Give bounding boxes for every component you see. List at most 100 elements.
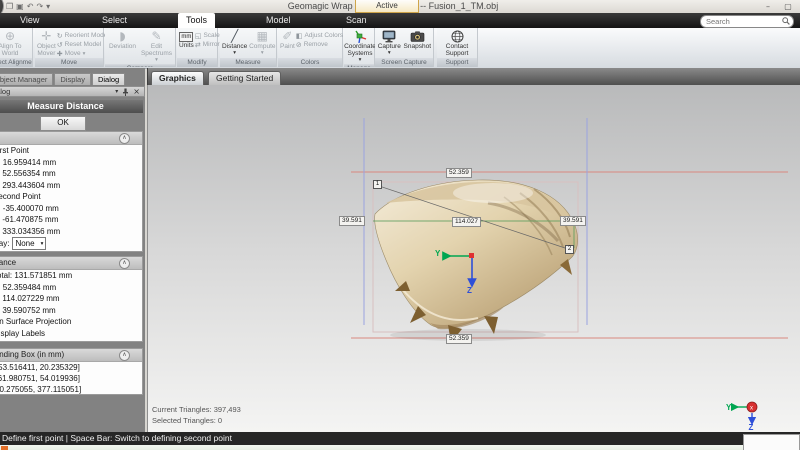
object-mover-button[interactable]: ✛ Object Mover [36,29,57,58]
taskbar-app-icon[interactable] [1,446,8,450]
status-bar: Define first point | Space Bar: Switch t… [0,432,800,445]
group-label: Colors [278,58,342,67]
ok-button[interactable]: OK [40,116,86,131]
units-button[interactable]: mm Units [178,29,195,58]
group-label: Modify [177,58,217,67]
ray-select[interactable]: None ▾ [12,237,46,250]
group-object-alignment: ⊕ Align To World Object Alignment [0,28,33,67]
edit-spectrums-icon: ✎ [151,30,161,43]
panel-tab-dialog[interactable]: Dialog [92,73,125,85]
tab-getting-started[interactable]: Getting Started [208,71,281,85]
nav-z-label: Z [749,423,754,432]
triad-y-label: Y [435,249,440,258]
distance-total: Total: 131.571851 mm [0,270,142,282]
collapse-icon[interactable]: ∧ [119,258,130,269]
first-point-x: X: 16.959414 mm [0,157,142,169]
dimension-length-center: 114.027 [452,217,481,227]
distance-x: X: 52.359484 mm [0,282,142,294]
measure-point-2-marker: 2 [565,245,574,254]
align-to-world-button[interactable]: ⊕ Align To World [0,29,31,58]
second-point-z: Z: 333.034356 mm [0,226,142,238]
scale-button[interactable]: ◱ Scale [195,32,220,40]
mirror-button[interactable]: ⇄ Mirror [195,41,220,49]
group-modify: mm Units ◱ Scale ⇄ Mirror Modify [177,28,218,67]
mirror-icon: ⇄ [195,41,201,49]
snapshot-camera-icon [410,30,425,43]
panel-close-icon[interactable]: × [133,87,140,97]
display-labels-checkbox[interactable]: Display Labels [0,328,142,340]
ribbon-tab-strip: View Select Tools Model Scan [0,13,800,28]
tab-select[interactable]: Select [94,13,135,28]
status-prompt: Define first point | Space Bar: Switch t… [2,433,232,443]
second-point-y: Y: -61.470875 mm [0,214,142,226]
ray-value: None [15,239,34,249]
reorient-model-button[interactable]: ↻ Reorient Model [57,32,109,40]
panel-dropdown-icon[interactable]: ▾ [115,87,118,97]
reset-model-button[interactable]: ↺ Reset Model [57,41,109,49]
dimension-height-right: 39.591 [560,216,586,226]
tab-view[interactable]: View [12,13,47,28]
paint-button[interactable]: ✐ Paint [279,29,296,58]
dimension-width-bottom: 52.359 [446,334,472,344]
tab-tools[interactable]: Tools [178,13,215,28]
capture-button[interactable]: Capture ▾ [376,29,403,58]
move-button[interactable]: ✚ Move ▾ [57,50,109,58]
deviation-icon: ◗ [119,30,125,43]
dimension-width-top: 52.359 [446,168,472,178]
panel-tab-object-manager[interactable]: Object Manager [0,73,53,85]
line-section-box: Line ∧ First Point X: 16.959414 mm Y: 52… [0,131,143,252]
compute-button[interactable]: ▦ Compute ▾ [248,29,276,58]
panel-header: Dialog ▾ × [0,86,145,97]
measure-point-1-marker: 1 [373,180,382,189]
group-label: Screen Capture [375,58,433,67]
remove-icon: ⊘ [296,41,302,49]
reorient-model-icon: ↻ [57,32,63,40]
dialog-title: Measure Distance [0,100,143,113]
first-point-label: First Point [0,145,142,157]
search-box[interactable] [700,15,794,28]
snapshot-button[interactable]: Snapshot [403,29,432,58]
remove-button[interactable]: ⊘ Remove [296,41,343,49]
edit-spectrums-button[interactable]: ✎ Edit Spectrums ▾ [139,29,174,64]
minimize-button[interactable]: – [760,2,776,11]
adjust-colors-button[interactable]: ◧ Adjust Colors [296,32,343,40]
units-icon: mm [179,32,193,42]
tab-scan[interactable]: Scan [338,13,375,28]
line-section-header[interactable]: Line ∧ [0,132,142,145]
dimension-height-left: 39.591 [339,216,365,226]
collapse-icon[interactable]: ∧ [119,133,130,144]
reset-model-icon: ↺ [57,41,63,49]
search-input[interactable] [704,16,782,27]
coordinate-systems-button[interactable]: Coordinate Systems ▾ [345,29,375,64]
view-orientation-axis-widget[interactable]: x Y Z [726,397,766,432]
object-mover-icon: ✛ [41,30,51,43]
graphics-viewport[interactable]: 52.359 52.359 39.591 39.591 114.027 1 2 … [147,85,800,432]
bounding-box-section-header[interactable]: Bounding Box (in mm) ∧ [0,349,142,362]
group-measure: ╱ Distance ▾ ▦ Compute ▾ Measure [220,28,277,67]
select-arrow-icon: ▾ [41,239,44,249]
group-label: Support [437,58,477,67]
contact-support-button[interactable]: Contact Support [439,29,475,58]
first-point-z: Z: 293.443604 mm [0,180,142,192]
bbox-x-range: X: [-153.516411, 20.235329] [0,362,142,373]
distance-section-box: Distance ∧ Total: 131.571851 mm X: 52.35… [0,256,143,342]
group-colors: ✐ Paint ◧ Adjust Colors ⊘ Remove Colors [278,28,343,67]
active-status-badge: Active [355,0,419,13]
on-surface-projection-checkbox[interactable]: On Surface Projection [0,316,142,328]
globe-icon [451,30,464,43]
pin-icon[interactable] [122,88,129,96]
group-label: Measure [220,58,276,67]
align-to-world-icon: ⊕ [5,30,15,43]
distance-button[interactable]: ╱ Distance ▾ [221,29,248,58]
distance-section-header[interactable]: Distance ∧ [0,257,142,270]
geomagic-window: ❐ ▣ ↶ ↷ ▾ Geomagic Wrap for 3DMakerpro -… [0,0,800,450]
maximize-button[interactable]: ▢ [780,2,796,11]
panel-tab-display[interactable]: Display [54,73,91,85]
deviation-button[interactable]: ◗ Deviation [106,29,139,64]
collapse-icon[interactable]: ∧ [119,350,130,361]
ribbon: ⊕ Align To World Object Alignment ✛ Obje… [0,28,800,69]
coordinate-systems-icon [353,30,367,43]
dropdown-arrow-icon: ▾ [261,50,264,57]
tab-graphics[interactable]: Graphics [151,71,204,85]
tab-model[interactable]: Model [258,13,299,28]
